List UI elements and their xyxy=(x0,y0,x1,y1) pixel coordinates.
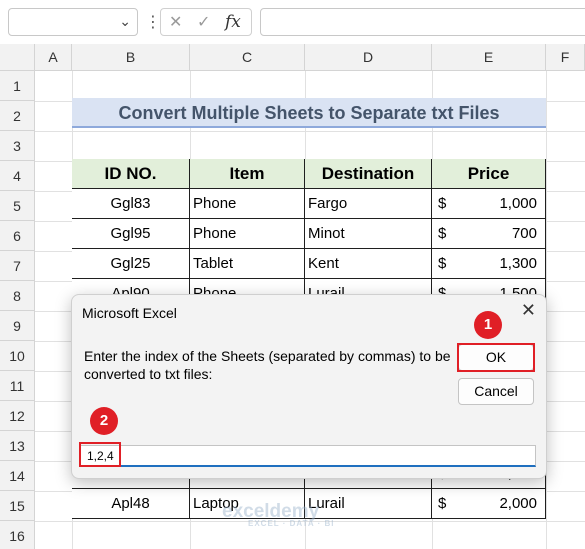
sheet-title[interactable]: Convert Multiple Sheets to Separate txt … xyxy=(72,98,546,128)
header-destination[interactable]: Destination xyxy=(305,159,432,189)
formula-input[interactable] xyxy=(260,8,585,36)
cell-id[interactable]: Ggl95 xyxy=(72,219,190,249)
cell-id[interactable]: Ggl25 xyxy=(72,249,190,279)
currency-symbol: $ xyxy=(438,195,447,212)
row-header-12[interactable]: 12 xyxy=(0,401,35,431)
row-header-14[interactable]: 14 xyxy=(0,461,35,491)
column-header-b[interactable]: B xyxy=(72,44,190,71)
price-value: 2,000 xyxy=(499,495,537,512)
ok-highlight-box xyxy=(457,343,535,372)
currency-symbol: $ xyxy=(438,255,447,272)
cell-price[interactable]: $ 700 xyxy=(432,219,546,249)
cell-id[interactable]: Ggl83 xyxy=(72,189,190,219)
cell-destination[interactable]: Kent xyxy=(305,249,432,279)
step-badge-2: 2 xyxy=(90,407,118,435)
header-item[interactable]: Item xyxy=(190,159,305,189)
price-value: 1,300 xyxy=(499,255,537,272)
step-badge-1: 1 xyxy=(474,311,502,339)
input-dialog: Microsoft Excel ✕ Enter the index of the… xyxy=(71,294,547,479)
fx-icon[interactable]: fx xyxy=(225,12,241,32)
select-all-corner[interactable] xyxy=(0,44,35,71)
watermark-logo: exceldemy EXCEL · DATA · BI xyxy=(222,501,334,528)
check-icon[interactable]: ✓ xyxy=(197,12,210,31)
column-header-d[interactable]: D xyxy=(305,44,432,71)
cell-item[interactable]: Phone xyxy=(190,219,305,249)
row-header-5[interactable]: 5 xyxy=(0,191,35,221)
row-header-10[interactable]: 10 xyxy=(0,341,35,371)
price-value: 700 xyxy=(511,225,537,242)
more-options-icon[interactable]: ⋮ xyxy=(145,12,161,32)
currency-symbol: $ xyxy=(438,225,447,242)
column-header-a[interactable]: A xyxy=(35,44,72,71)
column-header-c[interactable]: C xyxy=(190,44,305,71)
row-header-1[interactable]: 1 xyxy=(0,71,35,101)
row-header-11[interactable]: 11 xyxy=(0,371,35,401)
cell-item[interactable]: Phone xyxy=(190,189,305,219)
row-header-13[interactable]: 13 xyxy=(0,431,35,461)
row-header-16[interactable]: 16 xyxy=(0,521,35,549)
gridline xyxy=(35,131,585,132)
row-header-7[interactable]: 7 xyxy=(0,251,35,281)
chevron-down-icon[interactable]: ⌄ xyxy=(119,13,131,30)
column-header-f[interactable]: F xyxy=(546,44,585,71)
row-header-15[interactable]: 15 xyxy=(0,491,35,521)
cell-price[interactable]: $ 2,000 xyxy=(432,489,546,519)
price-value: 1,000 xyxy=(499,195,537,212)
currency-symbol: $ xyxy=(438,495,447,512)
row-header-6[interactable]: 6 xyxy=(0,221,35,251)
header-id[interactable]: ID NO. xyxy=(72,159,190,189)
cell-destination[interactable]: Minot xyxy=(305,219,432,249)
input-highlight-box xyxy=(79,442,121,467)
row-header-2[interactable]: 2 xyxy=(0,101,35,131)
sheet-index-input[interactable]: 1,2,4 xyxy=(80,445,536,467)
formula-buttons: ✕ ✓ fx xyxy=(160,8,252,36)
cancel-button[interactable]: Cancel xyxy=(458,378,534,405)
row-header-3[interactable]: 3 xyxy=(0,131,35,161)
cell-price[interactable]: $ 1,300 xyxy=(432,249,546,279)
cell-price[interactable]: $ 1,000 xyxy=(432,189,546,219)
row-header-8[interactable]: 8 xyxy=(0,281,35,311)
excel-window: ⌄ ⋮ ✕ ✓ fx A B C D E F 1 2 3 4 5 6 7 8 9… xyxy=(0,0,585,549)
header-price[interactable]: Price xyxy=(432,159,546,189)
column-header-e[interactable]: E xyxy=(432,44,546,71)
row-header-9[interactable]: 9 xyxy=(0,311,35,341)
formula-bar: ⌄ ⋮ ✕ ✓ fx xyxy=(0,0,585,44)
name-box[interactable]: ⌄ xyxy=(8,8,138,36)
close-icon[interactable]: ✕ xyxy=(521,300,536,321)
cell-item[interactable]: Tablet xyxy=(190,249,305,279)
cell-destination[interactable]: Fargo xyxy=(305,189,432,219)
watermark-tagline: EXCEL · DATA · BI xyxy=(248,519,335,528)
x-icon[interactable]: ✕ xyxy=(169,12,182,31)
dialog-message: Enter the index of the Sheets (separated… xyxy=(84,348,451,382)
row-header-4[interactable]: 4 xyxy=(0,161,35,191)
dialog-title: Microsoft Excel xyxy=(82,305,177,321)
cell-id[interactable]: Apl48 xyxy=(72,489,190,519)
